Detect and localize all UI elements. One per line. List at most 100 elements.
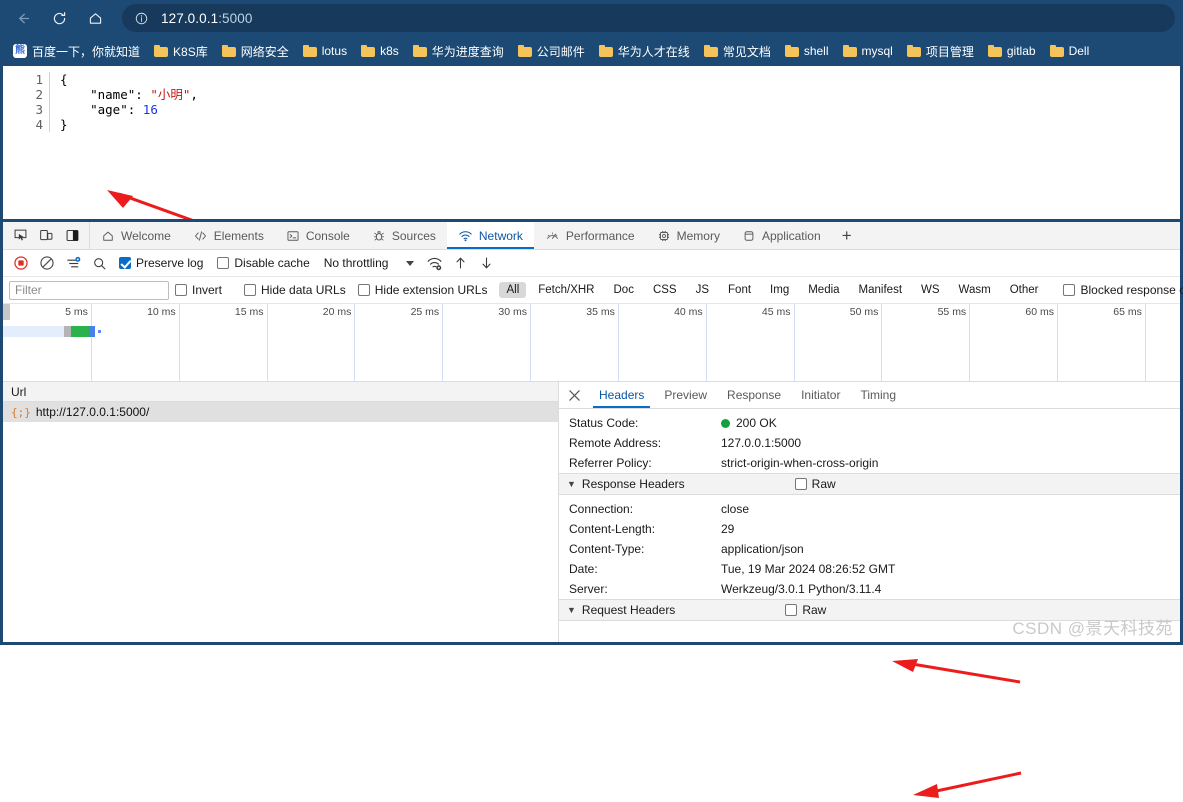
chevron-down-icon (406, 260, 415, 266)
timeline-tick: 35 ms (586, 304, 619, 381)
bookmark-item[interactable]: Dell (1043, 40, 1097, 62)
tab-console[interactable]: Console (275, 222, 361, 249)
dock-side-icon[interactable] (59, 224, 85, 248)
general-value: 127.0.0.1:5000 (721, 436, 801, 450)
type-filter-img[interactable]: Img (763, 282, 796, 298)
invert-checkbox[interactable]: Invert (169, 283, 228, 297)
hide-data-urls-checkbox[interactable]: Hide data URLs (238, 283, 352, 297)
bookmark-label: Dell (1068, 44, 1090, 58)
info-circle-icon[interactable] (134, 11, 149, 26)
bookmark-item[interactable]: mysql (836, 40, 900, 62)
close-icon[interactable] (559, 382, 589, 408)
network-toolbar: Preserve log Disable cache No throttling (3, 250, 1180, 277)
device-toolbar-icon[interactable] (33, 224, 59, 248)
response-raw-checkbox[interactable]: Raw (794, 477, 836, 491)
type-filter-css[interactable]: CSS (646, 282, 684, 298)
bookmark-item[interactable]: lotus (296, 40, 354, 62)
browser-nav-row: 127.0.0.1:5000 (0, 0, 1183, 36)
type-filter-media[interactable]: Media (801, 282, 846, 298)
hide-extension-urls-label: Hide extension URLs (374, 283, 488, 297)
filter-settings-icon[interactable] (61, 252, 85, 274)
type-filter-other[interactable]: Other (1003, 282, 1046, 298)
hide-data-urls-label: Hide data URLs (261, 283, 346, 297)
table-row[interactable]: {;} http://127.0.0.1:5000/ (3, 402, 558, 422)
request-raw-checkbox[interactable]: Raw (785, 603, 826, 617)
response-header-row: Server: Werkzeug/3.0.1 Python/3.11.4 (559, 579, 1180, 599)
bookmark-item[interactable]: 华为人才在线 (592, 40, 697, 62)
request-list-header[interactable]: Url (3, 382, 558, 402)
response-header-row: Connection: close (559, 499, 1180, 519)
tab-application[interactable]: Application (731, 222, 832, 249)
bookmark-item[interactable]: 项目管理 (900, 40, 981, 62)
tab-network[interactable]: Network (446, 222, 534, 249)
type-filter-doc[interactable]: Doc (607, 282, 641, 298)
blocked-cookies-box (1063, 284, 1076, 296)
timeline-tick: 25 ms (411, 304, 444, 381)
record-stop-icon[interactable] (9, 252, 33, 274)
annotation-arrow-remote-address (892, 659, 1021, 684)
folder-icon (361, 45, 376, 57)
bookmark-item[interactable]: K8S库 (147, 40, 215, 62)
throttling-dropdown[interactable]: No throttling (318, 253, 421, 273)
home-button[interactable] (80, 3, 110, 33)
detail-tab-list: Headers Preview Response Initiator Timing (589, 382, 906, 408)
address-bar[interactable]: 127.0.0.1:5000 (122, 4, 1175, 32)
timeline-tick-label: 35 ms (586, 306, 615, 318)
disable-cache-checkbox[interactable]: Disable cache (211, 256, 315, 270)
timeline-tick: 10 ms (147, 304, 180, 381)
type-filter-wasm[interactable]: Wasm (952, 282, 998, 298)
general-section: Status Code: 200 OK Remote Address: 127.0.0… (559, 409, 1180, 473)
blocked-cookies-checkbox[interactable]: Blocked response cookies (1057, 283, 1183, 297)
tab-sources[interactable]: Sources (361, 222, 447, 249)
tab-welcome[interactable]: Welcome (90, 222, 182, 249)
json-code: { "name": "小明", "age": 16} (49, 72, 198, 132)
detail-tab-headers[interactable]: Headers (589, 382, 654, 408)
bookmark-label: gitlab (1006, 44, 1036, 58)
bookmark-item[interactable]: 熊百度一下，你就知道 (6, 40, 147, 62)
response-headers-section-bar[interactable]: ▼ Response Headers Raw (559, 473, 1180, 495)
general-key: Status Code: (569, 416, 639, 430)
type-filter-fetch-xhr[interactable]: Fetch/XHR (531, 282, 601, 298)
bookmark-item[interactable]: 常见文档 (697, 40, 778, 62)
network-conditions-icon[interactable] (422, 252, 446, 274)
type-filter-all[interactable]: All (499, 282, 527, 298)
bookmark-item[interactable]: 华为进度查询 (406, 40, 511, 62)
folder-icon (517, 45, 532, 57)
folder-icon (987, 45, 1002, 57)
folder-icon (412, 45, 427, 57)
json-line-number: 1 (35, 72, 43, 87)
tab-memory[interactable]: Memory (646, 222, 731, 249)
bookmark-item[interactable]: gitlab (981, 40, 1043, 62)
bookmark-item[interactable]: k8s (354, 40, 406, 62)
type-filter-font[interactable]: Font (721, 282, 758, 298)
tab-performance[interactable]: Performance (534, 222, 646, 249)
preserve-log-checkbox[interactable]: Preserve log (113, 256, 209, 270)
filter-input[interactable] (9, 280, 169, 300)
reload-button[interactable] (44, 3, 74, 33)
detail-tab-preview[interactable]: Preview (654, 382, 717, 408)
type-filter-manifest[interactable]: Manifest (852, 282, 909, 298)
import-har-icon[interactable] (448, 252, 472, 274)
add-panel-button[interactable]: + (832, 222, 862, 249)
hide-extension-urls-checkbox[interactable]: Hide extension URLs (352, 283, 494, 297)
response-headers-title: Response Headers (581, 477, 685, 491)
network-timeline-overview[interactable]: 5 ms 10 ms 15 ms 20 ms 25 ms 30 ms 35 ms 40 ms 4… (3, 304, 1180, 382)
detail-tab-initiator[interactable]: Initiator (791, 382, 850, 408)
clear-no-entry-icon[interactable] (35, 252, 59, 274)
bookmark-item[interactable]: shell (778, 40, 836, 62)
timeline-scroll-handle[interactable] (3, 304, 10, 320)
bookmark-item[interactable]: 网络安全 (215, 40, 296, 62)
tab-elements[interactable]: Elements (182, 222, 275, 249)
timeline-tick-label: 45 ms (761, 306, 791, 318)
type-filter-js[interactable]: JS (689, 282, 716, 298)
response-header-key: Connection: (569, 502, 634, 516)
search-icon[interactable] (87, 252, 111, 274)
detail-tab-response[interactable]: Response (717, 382, 791, 408)
type-filter-ws[interactable]: WS (914, 282, 947, 298)
url-host: 127.0.0.1 (161, 10, 219, 26)
detail-tab-timing[interactable]: Timing (850, 382, 906, 408)
bookmark-item[interactable]: 公司邮件 (511, 40, 592, 62)
back-button[interactable] (8, 3, 38, 33)
export-har-icon[interactable] (474, 252, 498, 274)
inspect-element-icon[interactable] (7, 224, 33, 248)
